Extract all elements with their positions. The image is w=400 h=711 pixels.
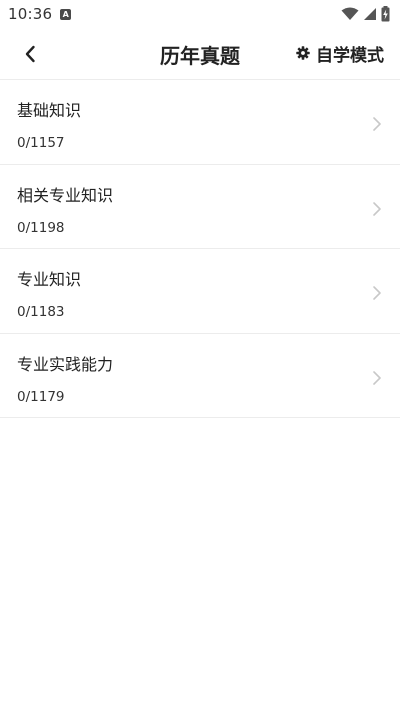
list-item-title: 基础知识 [17,101,82,120]
chevron-right-icon [373,286,381,300]
wifi-icon [341,7,359,20]
status-icons [341,6,390,22]
list-item-progress: 0/1183 [17,304,65,320]
list-item-related-professional-knowledge[interactable]: 相关专业知识 0/1198 [0,164,400,249]
list-item-professional-practice[interactable]: 专业实践能力 0/1179 [0,333,400,418]
chevron-right-icon [373,117,381,131]
nav-bar: 历年真题 自学模式 [0,28,400,80]
list-item-progress: 0/1179 [17,388,65,405]
back-button[interactable] [14,38,46,70]
status-bar: 10:36 A [0,0,400,28]
list-item-professional-knowledge[interactable]: 专业知识 0/1183 [0,249,400,334]
self-study-mode-label: 自学模式 [316,45,384,66]
gear-icon [296,46,310,60]
chevron-right-icon [373,201,381,216]
list-item-basic-knowledge[interactable]: 基础知识 0/1157 [0,80,400,165]
list-item-title: 专业知识 [17,270,82,289]
battery-charging-icon [381,6,390,22]
chevron-right-icon [373,370,381,385]
list-item-progress: 0/1198 [17,219,65,236]
self-study-mode-button[interactable]: 自学模式 [296,40,384,66]
status-time: 10:36 [8,5,53,23]
chevron-left-icon [25,45,35,63]
app-notification-icon: A [60,8,72,20]
list-item-title: 专业实践能力 [17,354,114,374]
question-bank-list: 基础知识 0/1157 相关专业知识 0/1198 专业知识 0/1183 专业… [0,80,400,418]
signal-icon [364,8,376,20]
list-item-progress: 0/1157 [17,135,65,151]
list-item-title: 相关专业知识 [17,185,114,205]
